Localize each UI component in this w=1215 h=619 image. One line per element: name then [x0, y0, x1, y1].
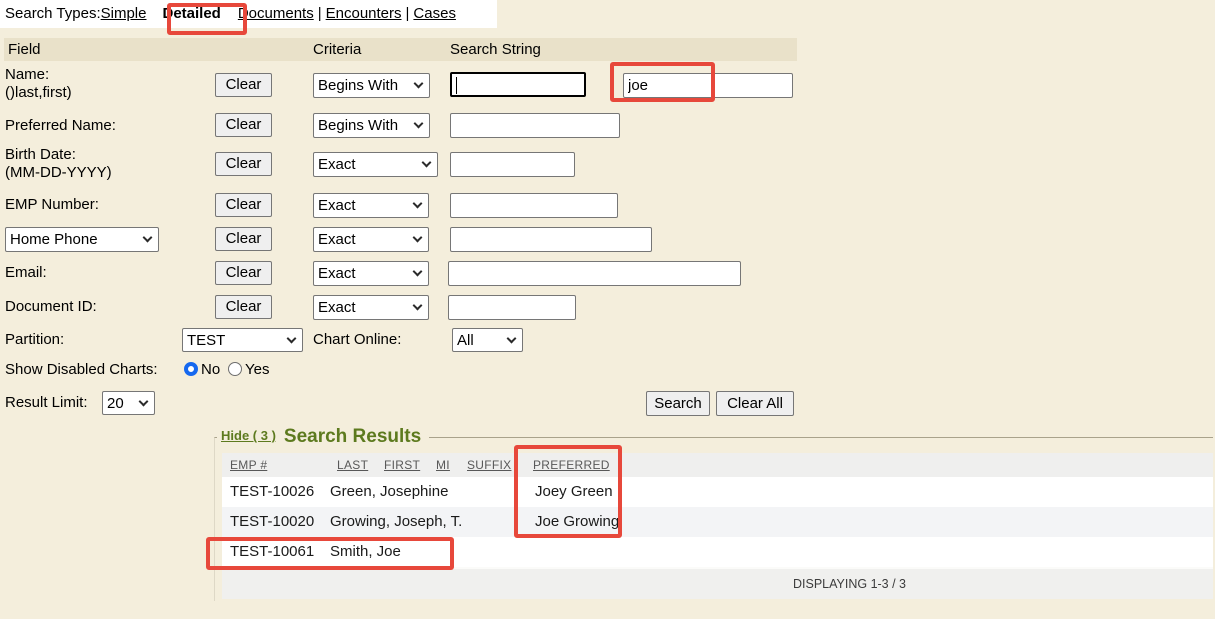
column-header-field: Field [8, 38, 41, 61]
chevron-down-icon [413, 301, 423, 311]
show-disabled-yes-label: Yes [245, 361, 269, 379]
email-label: Email: [5, 264, 47, 282]
name-clear-button[interactable]: Clear [215, 73, 272, 97]
row-emp-number: TEST-10020 [230, 507, 314, 537]
partition-label: Partition: [5, 331, 64, 349]
chart-online-select[interactable]: All [452, 328, 523, 352]
search-button[interactable]: Search [646, 391, 710, 416]
chevron-down-icon [143, 233, 153, 243]
col-header-emp[interactable]: EMP # [230, 453, 267, 477]
result-limit-label: Result Limit: [5, 394, 88, 412]
row-emp-number: TEST-10061 [230, 537, 314, 567]
tab-separator: | [318, 5, 322, 22]
show-disabled-charts-label: Show Disabled Charts: [5, 361, 158, 379]
text-cursor [456, 77, 457, 94]
preferred-name-label: Preferred Name: [5, 117, 116, 135]
row-name: Green, Josephine [330, 477, 448, 507]
document-id-input[interactable] [448, 295, 576, 320]
document-id-criteria-select[interactable]: Exact [313, 295, 429, 320]
row-name: Smith, Joe [330, 537, 401, 567]
row-preferred: Joey Green [535, 477, 613, 507]
search-results-title: Search Results [284, 426, 421, 447]
chevron-down-icon [507, 333, 517, 343]
phone-clear-button[interactable]: Clear [215, 227, 272, 251]
name-search-input-2[interactable] [623, 73, 793, 98]
row-name: Growing, Joseph, T. [330, 507, 462, 537]
document-id-label: Document ID: [5, 298, 97, 316]
chevron-down-icon [414, 119, 424, 129]
row-emp-number: TEST-10026 [230, 477, 314, 507]
hide-results-link[interactable]: Hide ( 3 ) [221, 428, 276, 443]
results-table: EMP # LAST FIRST MI SUFFIX PREFERRED TES… [222, 453, 1213, 599]
emp-number-input[interactable] [450, 193, 618, 218]
table-row[interactable]: TEST-10020 Growing, Joseph, T. Joe Growi… [222, 507, 1213, 537]
document-id-clear-button[interactable]: Clear [215, 295, 272, 319]
preferred-name-input[interactable] [450, 113, 620, 138]
tab-documents[interactable]: Documents [238, 5, 314, 22]
partition-select[interactable]: TEST [182, 328, 303, 352]
patient-search-page: Search Types:SimpleDetailedDocuments|Enc… [0, 0, 1215, 619]
emp-number-label: EMP Number: [5, 196, 99, 214]
chart-online-label: Chart Online: [313, 331, 401, 349]
results-pagination-bar: DISPLAYING 1-3 / 3 [222, 569, 1213, 599]
tab-cases[interactable]: Cases [413, 5, 456, 22]
preferred-name-criteria-select[interactable]: Begins With [313, 113, 430, 138]
result-limit-select[interactable]: 20 [102, 391, 155, 415]
chevron-down-icon [413, 267, 423, 277]
column-header-criteria: Criteria [313, 38, 361, 61]
tab-detailed[interactable]: Detailed [162, 5, 220, 22]
phone-input[interactable] [450, 227, 652, 252]
birth-date-input[interactable] [450, 152, 575, 177]
tab-encounters[interactable]: Encounters [326, 5, 402, 22]
search-results-legend: Hide ( 3 ) Search Results [217, 426, 429, 448]
birth-date-label: Birth Date: (MM-DD-YYYY) [5, 146, 112, 182]
search-types-label: Search Types: [5, 5, 101, 22]
email-input[interactable] [448, 261, 741, 286]
displaying-count: DISPLAYING 1-3 / 3 [793, 569, 906, 599]
chevron-down-icon [413, 233, 423, 243]
phone-type-select[interactable]: Home Phone [5, 227, 159, 252]
col-header-mi[interactable]: MI [436, 453, 450, 477]
show-disabled-yes-radio[interactable] [228, 362, 242, 376]
show-disabled-no-label: No [201, 361, 220, 379]
col-header-preferred[interactable]: PREFERRED [533, 453, 610, 477]
email-clear-button[interactable]: Clear [215, 261, 272, 285]
chevron-down-icon [287, 333, 297, 343]
row-preferred: Joe Growing [535, 507, 619, 537]
form-column-headers: Field Criteria Search String [4, 38, 797, 61]
chevron-down-icon [414, 79, 424, 89]
col-header-last[interactable]: LAST [337, 453, 368, 477]
phone-criteria-select[interactable]: Exact [313, 227, 429, 252]
col-header-first[interactable]: FIRST [384, 453, 420, 477]
preferred-name-clear-button[interactable]: Clear [215, 113, 272, 137]
results-table-header: EMP # LAST FIRST MI SUFFIX PREFERRED [222, 453, 1213, 477]
search-types-bar: Search Types:SimpleDetailedDocuments|Enc… [0, 0, 497, 28]
table-row[interactable]: TEST-10026 Green, Josephine Joey Green [222, 477, 1213, 507]
tab-separator: | [406, 5, 410, 22]
tab-simple[interactable]: Simple [101, 5, 147, 22]
name-label: Name: ()last,first) [5, 66, 72, 102]
emp-number-criteria-select[interactable]: Exact [313, 193, 429, 218]
chevron-down-icon [139, 396, 149, 406]
column-header-search-string: Search String [450, 38, 541, 61]
birth-date-criteria-select[interactable]: Exact [313, 152, 438, 177]
emp-number-clear-button[interactable]: Clear [215, 193, 272, 217]
col-header-suffix[interactable]: SUFFIX [467, 453, 511, 477]
clear-all-button[interactable]: Clear All [716, 391, 794, 416]
name-search-input-1[interactable] [450, 72, 586, 97]
chevron-down-icon [413, 199, 423, 209]
chevron-down-icon [422, 158, 432, 168]
email-criteria-select[interactable]: Exact [313, 261, 429, 286]
show-disabled-no-radio[interactable] [184, 362, 198, 376]
name-criteria-select[interactable]: Begins With [313, 73, 430, 98]
birth-date-clear-button[interactable]: Clear [215, 152, 272, 176]
table-row[interactable]: TEST-10061 Smith, Joe [222, 537, 1213, 567]
